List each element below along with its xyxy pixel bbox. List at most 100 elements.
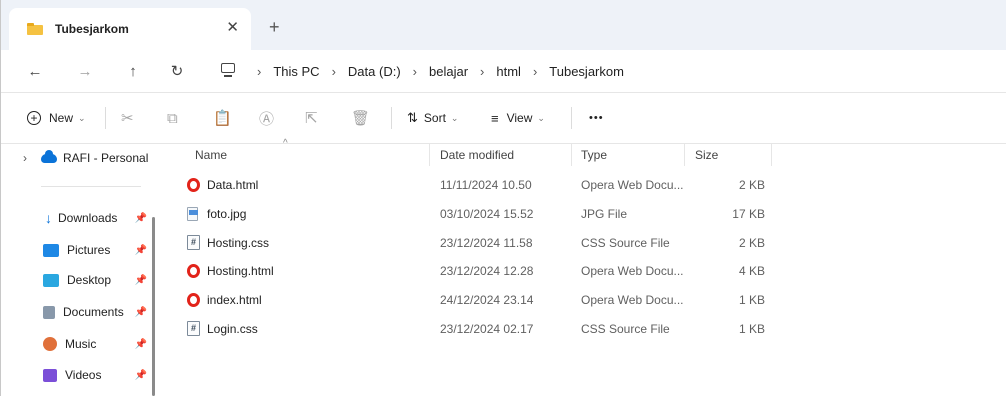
css-file-icon: # bbox=[187, 235, 200, 250]
breadcrumb: › This PC › Data (D:) › belajar › html ›… bbox=[245, 50, 624, 92]
breadcrumb-tubesjarkom[interactable]: Tubesjarkom bbox=[549, 64, 624, 79]
image-file-icon bbox=[187, 206, 200, 221]
copy-button[interactable]: ⧉ bbox=[167, 107, 178, 129]
file-type: Opera Web Docu... bbox=[581, 177, 684, 192]
sidebar-item-label: Videos bbox=[65, 368, 102, 382]
clipboard-icon: 📋 bbox=[213, 110, 232, 127]
opera-icon bbox=[187, 177, 200, 192]
forward-button[interactable]: → bbox=[73, 59, 97, 83]
sidebar-scrollbar[interactable] bbox=[152, 217, 155, 396]
sidebar-item-label: Desktop bbox=[67, 273, 112, 287]
view-icon: ≡ bbox=[491, 110, 499, 126]
column-header-type[interactable]: Type bbox=[581, 144, 607, 166]
sort-icon: ⇅ bbox=[407, 110, 418, 125]
sidebar-item-label: Documents bbox=[63, 305, 124, 319]
pin-icon[interactable]: 📌 bbox=[135, 275, 147, 286]
file-name-cell[interactable]: Hosting.html bbox=[185, 256, 274, 285]
music-icon bbox=[43, 337, 57, 351]
close-tab-icon[interactable]: ✕ bbox=[226, 20, 239, 36]
breadcrumb-separator: › bbox=[257, 63, 262, 79]
rename-button[interactable]: Ⓐ bbox=[259, 107, 274, 129]
chevron-right-icon[interactable]: › bbox=[23, 151, 27, 165]
sidebar-item-desktop[interactable]: Desktop 📌 bbox=[1, 266, 151, 294]
file-size: 17 KB bbox=[732, 206, 765, 221]
chevron-down-icon: ⌄ bbox=[450, 112, 459, 123]
column-header-size[interactable]: Size bbox=[695, 144, 718, 166]
breadcrumb-separator: › bbox=[331, 63, 336, 79]
sidebar-item-onedrive[interactable]: › RAFI - Personal bbox=[1, 144, 151, 172]
pin-icon[interactable]: 📌 bbox=[135, 245, 147, 256]
copy-icon: ⧉ bbox=[167, 109, 178, 127]
opera-icon bbox=[187, 292, 200, 307]
file-row[interactable]: # Hosting.css 23/12/2024 11.58 CSS Sourc… bbox=[161, 228, 781, 257]
breadcrumb-belajar[interactable]: belajar bbox=[429, 64, 468, 79]
column-header-name[interactable]: Name bbox=[195, 144, 227, 166]
breadcrumb-data-d[interactable]: Data (D:) bbox=[348, 64, 401, 79]
file-name: index.html bbox=[207, 292, 262, 307]
file-size: 1 KB bbox=[738, 321, 765, 336]
back-button[interactable]: ← bbox=[23, 59, 47, 83]
delete-button[interactable]: 🗑 bbox=[351, 107, 370, 129]
chevron-down-icon: ⌄ bbox=[537, 112, 545, 123]
chevron-down-icon: ⌄ bbox=[78, 112, 86, 123]
pin-icon[interactable]: 📌 bbox=[135, 213, 147, 224]
file-row[interactable]: # Login.css 23/12/2024 02.17 CSS Source … bbox=[161, 314, 781, 343]
file-row[interactable]: Data.html 11/11/2024 10.50 Opera Web Doc… bbox=[161, 170, 781, 199]
cut-button[interactable]: ✂ bbox=[121, 107, 134, 129]
sidebar-item-documents[interactable]: Documents 📌 bbox=[1, 298, 151, 326]
file-date: 24/12/2024 23.14 bbox=[440, 292, 534, 307]
file-type: Opera Web Docu... bbox=[581, 263, 684, 278]
pin-icon[interactable]: 📌 bbox=[135, 339, 147, 350]
view-button[interactable]: ≡ View ⌄ bbox=[491, 107, 545, 129]
file-name: Hosting.css bbox=[207, 235, 270, 250]
file-name-cell[interactable]: foto.jpg bbox=[185, 199, 246, 228]
file-size: 4 KB bbox=[738, 263, 765, 278]
file-name-cell[interactable]: # Hosting.css bbox=[185, 228, 269, 257]
breadcrumb-this-pc[interactable]: This PC bbox=[273, 64, 319, 79]
paste-button[interactable]: 📋 bbox=[213, 107, 232, 129]
refresh-button[interactable]: ↻ bbox=[165, 59, 189, 83]
up-button[interactable]: ↑ bbox=[121, 59, 145, 83]
sidebar-item-music[interactable]: Music 📌 bbox=[1, 330, 151, 358]
column-header-date-modified[interactable]: Date modified bbox=[440, 144, 514, 166]
new-button[interactable]: + New ⌄ bbox=[27, 107, 86, 129]
file-row[interactable]: Hosting.html 23/12/2024 12.28 Opera Web … bbox=[161, 256, 781, 285]
file-date: 03/10/2024 15.52 bbox=[440, 206, 534, 221]
videos-icon bbox=[43, 368, 57, 382]
file-name-cell[interactable]: # Login.css bbox=[185, 314, 258, 343]
breadcrumb-html[interactable]: html bbox=[496, 64, 521, 79]
file-date: 23/12/2024 02.17 bbox=[440, 321, 534, 336]
tab-bar: Tubesjarkom ✕ + bbox=[1, 0, 1006, 50]
sidebar-item-videos[interactable]: Videos 📌 bbox=[1, 361, 151, 389]
file-type: CSS Source File bbox=[581, 321, 670, 336]
file-name-cell[interactable]: index.html bbox=[185, 285, 262, 314]
sort-ascending-icon: ^ bbox=[283, 138, 288, 149]
tab-tubesjarkom[interactable]: Tubesjarkom ✕ bbox=[9, 8, 251, 50]
download-icon: ↓ bbox=[45, 210, 52, 226]
new-tab-button[interactable]: + bbox=[269, 18, 280, 36]
file-list: ^ Name Date modified Type Size Data.html… bbox=[161, 138, 1006, 396]
css-file-icon: # bbox=[187, 321, 200, 336]
file-name-cell[interactable]: Data.html bbox=[185, 170, 258, 199]
file-row[interactable]: index.html 24/12/2024 23.14 Opera Web Do… bbox=[161, 285, 781, 314]
folder-icon bbox=[27, 23, 43, 35]
tab-title: Tubesjarkom bbox=[55, 22, 129, 36]
file-name: Data.html bbox=[207, 177, 259, 192]
pin-icon[interactable]: 📌 bbox=[135, 307, 147, 318]
share-button[interactable]: ⇱ bbox=[305, 107, 318, 129]
pin-icon[interactable]: 📌 bbox=[135, 370, 147, 381]
file-row[interactable]: foto.jpg 03/10/2024 15.52 JPG File 17 KB bbox=[161, 199, 781, 228]
more-options-button[interactable]: ••• bbox=[589, 107, 604, 129]
view-label: View bbox=[506, 111, 533, 125]
new-label: New bbox=[49, 111, 74, 125]
sidebar-item-downloads[interactable]: ↓ Downloads 📌 bbox=[1, 204, 151, 232]
this-pc-icon[interactable] bbox=[221, 63, 235, 79]
sidebar-item-label: RAFI - Personal bbox=[63, 151, 149, 165]
desktop-icon bbox=[43, 273, 59, 287]
scissors-icon: ✂ bbox=[121, 110, 134, 127]
sidebar-item-label: Downloads bbox=[58, 211, 118, 225]
navigation-bar: ← → ↑ ↻ › This PC › Data (D:) › belajar … bbox=[1, 50, 1006, 92]
sort-button[interactable]: ⇅ Sort ⌄ bbox=[407, 107, 458, 129]
sidebar-item-pictures[interactable]: Pictures 📌 bbox=[1, 236, 151, 264]
documents-icon bbox=[43, 305, 55, 319]
